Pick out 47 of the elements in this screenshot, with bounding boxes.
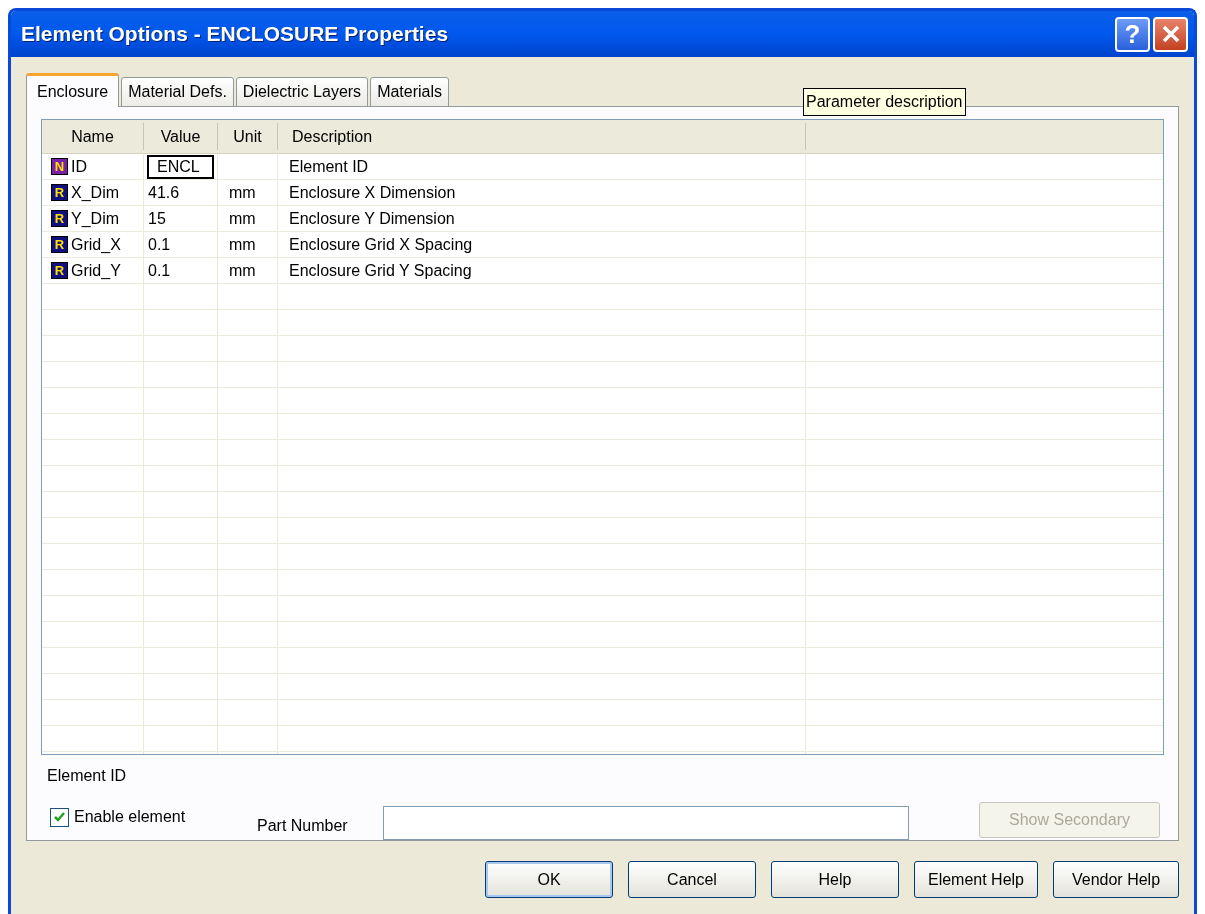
table-cell-text: mm (229, 208, 256, 229)
dialog-button[interactable]: Element Help (914, 861, 1038, 898)
table-cell-text: Grid_Y (71, 260, 121, 281)
tab[interactable]: Enclosure (26, 73, 120, 107)
table-cell[interactable]: ENCL (147, 154, 214, 179)
part-number-label: Part Number (257, 816, 349, 836)
table-cell-text: mm (229, 182, 256, 203)
tab[interactable]: Material Defs. (121, 77, 234, 107)
table-cell[interactable]: 0.1 (147, 258, 171, 283)
status-label: Element ID (47, 766, 128, 786)
type-badge: N (51, 158, 68, 175)
dialog-button[interactable]: Cancel (628, 861, 756, 898)
dialog-button[interactable]: Vendor Help (1053, 861, 1179, 898)
type-badge: R (51, 210, 68, 227)
table-cell-text: mm (229, 260, 256, 281)
window-title: Element Options - ENCLOSURE Properties (21, 21, 449, 48)
table-cell-text: Enclosure X Dimension (289, 182, 456, 203)
close-icon (1160, 24, 1181, 44)
table-cell-text: Enclosure Grid X Spacing (289, 234, 473, 255)
type-badge: R (51, 236, 68, 253)
dialog-button[interactable]: Help (771, 861, 899, 898)
column-header[interactable]: Name (71, 124, 114, 149)
table-cell-text: Grid_X (71, 234, 121, 255)
type-badge: R (51, 262, 68, 279)
table-cell-text: mm (229, 234, 256, 255)
table-cell-text: ID (71, 156, 87, 177)
checkbox-label: Enable element (74, 807, 186, 827)
close-button[interactable] (1153, 16, 1188, 52)
tab[interactable]: Materials (370, 77, 450, 107)
type-badge: R (51, 184, 68, 201)
table-cell-text: Element ID (289, 156, 369, 177)
table-cell[interactable]: 15 (147, 206, 166, 231)
part-number-field[interactable] (383, 806, 909, 840)
dialog-button[interactable]: OK (485, 861, 613, 898)
check-icon (53, 810, 66, 824)
table-cell-text: Y_Dim (71, 208, 119, 229)
table-cell[interactable]: 41.6 (147, 180, 180, 205)
table-cell-text: Enclosure Y Dimension (289, 208, 455, 229)
tab[interactable]: Dielectric Layers (235, 77, 369, 107)
column-header[interactable]: Value (160, 124, 201, 149)
column-header[interactable]: Unit (233, 124, 262, 149)
checkbox[interactable] (50, 807, 69, 827)
table-cell[interactable]: 0.1 (147, 232, 171, 257)
column-header[interactable]: Description (292, 124, 373, 149)
table-cell-text: X_Dim (71, 182, 119, 203)
table-cell-text: Enclosure Grid Y Spacing (289, 260, 472, 281)
tooltip: Parameter description (803, 88, 966, 116)
